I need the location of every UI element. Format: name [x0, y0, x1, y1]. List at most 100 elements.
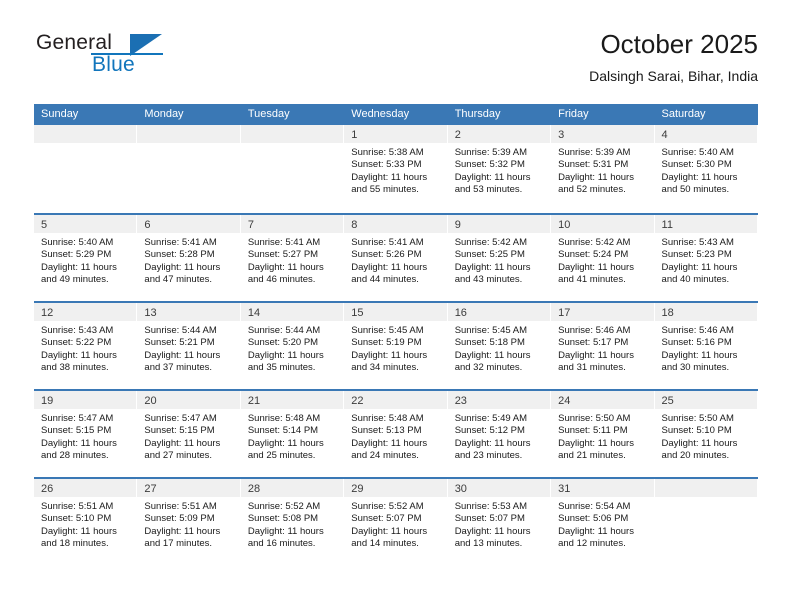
day-details: Sunrise: 5:52 AM Sunset: 5:08 PM Daylight:…	[241, 497, 343, 551]
calendar-day-cell[interactable]: 29 Sunrise: 5:52 AM Sunset: 5:07 PM Dayligh…	[344, 479, 448, 565]
location-subtitle: Dalsingh Sarai, Bihar, India	[589, 68, 758, 84]
daylight-text: and 37 minutes.	[144, 362, 213, 374]
calendar-day-cell[interactable]: 28 Sunrise: 5:52 AM Sunset: 5:08 PM Dayligh…	[240, 479, 345, 565]
daylight-text: Daylight: 11 hours	[41, 261, 117, 273]
weekday-header-tuesday: Tuesday	[247, 108, 290, 120]
sunrise-text: Sunrise: 5:41 AM	[247, 237, 321, 248]
calendar-day-cell[interactable]: 10 Sunrise: 5:42 AM Sunset: 5:24 PM Dayligh…	[551, 215, 655, 301]
day-details: Sunrise: 5:38 AM Sunset: 5:33 PM Daylight:…	[344, 143, 446, 197]
calendar-day-cell[interactable]: 17 Sunrise: 5:46 AM Sunset: 5:17 PM Dayligh…	[551, 303, 655, 389]
calendar-day-cell[interactable]: 13 Sunrise: 5:44 AM Sunset: 5:21 PM Dayligh…	[137, 303, 241, 389]
calendar-day-cell[interactable]: 30 Sunrise: 5:53 AM Sunset: 5:07 PM Dayligh…	[447, 479, 552, 565]
calendar-day-cell[interactable]: 12 Sunrise: 5:43 AM Sunset: 5:22 PM Dayligh…	[34, 303, 138, 389]
day-details: Sunrise: 5:54 AM Sunset: 5:06 PM Daylight:…	[551, 497, 653, 551]
daylight-text: and 16 minutes.	[247, 538, 316, 550]
day-number-bar: 30	[447, 479, 551, 497]
sunrise-text: Sunrise: 5:45 AM	[351, 325, 424, 336]
day-number: 3	[558, 129, 565, 141]
calendar-day-cell[interactable]: 26 Sunrise: 5:51 AM Sunset: 5:10 PM Dayligh…	[34, 479, 138, 565]
day-details: Sunrise: 5:53 AM Sunset: 5:07 PM Daylight:…	[448, 497, 550, 551]
calendar-day-cell[interactable]: 19 Sunrise: 5:47 AM Sunset: 5:15 PM Dayligh…	[34, 391, 138, 477]
daylight-text: and 47 minutes.	[144, 274, 213, 286]
calendar-day-cell[interactable]: 11 Sunrise: 5:43 AM Sunset: 5:23 PM Dayligh…	[654, 215, 758, 301]
day-number: 18	[661, 307, 674, 319]
day-number-bar: 18	[654, 303, 757, 321]
day-number-bar	[34, 125, 137, 143]
day-details: Sunrise: 5:41 AM Sunset: 5:26 PM Daylight:…	[344, 233, 446, 287]
calendar-day-cell[interactable]: 25 Sunrise: 5:50 AM Sunset: 5:10 PM Dayligh…	[654, 391, 758, 477]
sunrise-text: Sunrise: 5:46 AM	[661, 325, 734, 336]
calendar-day-cell[interactable]: 2 Sunrise: 5:39 AM Sunset: 5:32 PM Daylight…	[447, 125, 552, 213]
logo-text-blue: Blue	[92, 53, 135, 76]
weekday-header-sunday: Sunday	[41, 108, 79, 120]
day-details: Sunrise: 5:50 AM Sunset: 5:10 PM Daylight:…	[655, 409, 757, 463]
weekday-header-monday: Monday	[144, 108, 184, 120]
generalblue-logo[interactable]: General Blue	[34, 28, 254, 90]
calendar-day-cell[interactable]: 15 Sunrise: 5:45 AM Sunset: 5:19 PM Dayligh…	[344, 303, 448, 389]
calendar-week-row: 26 Sunrise: 5:51 AM Sunset: 5:10 PM Dayligh…	[34, 477, 758, 565]
day-details: Sunrise: 5:48 AM Sunset: 5:13 PM Daylight:…	[344, 409, 446, 463]
daylight-text: Daylight: 11 hours	[454, 261, 531, 273]
daylight-text: Daylight: 11 hours	[661, 437, 738, 449]
calendar-day-cell[interactable]: 14 Sunrise: 5:44 AM Sunset: 5:20 PM Dayligh…	[240, 303, 345, 389]
daylight-text: and 27 minutes.	[144, 450, 213, 462]
calendar-week-row: 1 Sunrise: 5:38 AM Sunset: 5:33 PM Daylight…	[34, 125, 758, 213]
daylight-text: Daylight: 11 hours	[558, 525, 634, 537]
daylight-text: and 24 minutes.	[351, 450, 419, 462]
day-number-bar: 9	[447, 215, 551, 233]
calendar-day-cell[interactable]: 18 Sunrise: 5:46 AM Sunset: 5:16 PM Dayligh…	[654, 303, 758, 389]
sunrise-text: Sunrise: 5:50 AM	[661, 413, 734, 424]
sunset-text: Sunset: 5:27 PM	[247, 249, 319, 261]
page-title: October 2025	[600, 29, 758, 59]
sunset-text: Sunset: 5:29 PM	[41, 249, 112, 261]
sunrise-text: Sunrise: 5:52 AM	[351, 501, 424, 512]
title-block: October 2025 Dalsingh Sarai, Bihar, Indi…	[589, 28, 758, 86]
daylight-text: and 40 minutes.	[661, 274, 730, 286]
day-details: Sunrise: 5:42 AM Sunset: 5:24 PM Daylight:…	[551, 233, 653, 287]
calendar-day-cell[interactable]: 7 Sunrise: 5:41 AM Sunset: 5:27 PM Daylight…	[240, 215, 345, 301]
calendar-day-cell[interactable]: 1 Sunrise: 5:38 AM Sunset: 5:33 PM Daylight…	[344, 125, 448, 213]
daylight-text: Daylight: 11 hours	[558, 261, 634, 273]
calendar-week-row: 5 Sunrise: 5:40 AM Sunset: 5:29 PM Daylight…	[34, 213, 758, 301]
calendar-day-cell[interactable]: 22 Sunrise: 5:48 AM Sunset: 5:13 PM Dayligh…	[344, 391, 448, 477]
day-details: Sunrise: 5:39 AM Sunset: 5:32 PM Daylight:…	[448, 143, 550, 197]
daylight-text: Daylight: 11 hours	[247, 437, 324, 449]
calendar-day-cell[interactable]: 20 Sunrise: 5:47 AM Sunset: 5:15 PM Dayligh…	[137, 391, 241, 477]
calendar-day-cell[interactable]: 21 Sunrise: 5:48 AM Sunset: 5:14 PM Dayligh…	[240, 391, 345, 477]
daylight-text: and 18 minutes.	[41, 538, 109, 550]
sunset-text: Sunset: 5:16 PM	[661, 337, 732, 349]
day-number: 6	[144, 219, 151, 231]
day-number: 2	[454, 129, 461, 141]
sunrise-text: Sunrise: 5:53 AM	[454, 501, 528, 512]
day-number-bar	[240, 125, 344, 143]
weekday-header-wednesday: Wednesday	[351, 108, 410, 120]
page-header: General Blue October 2025 Dalsingh Sarai…	[34, 28, 758, 98]
sunrise-text: Sunrise: 5:44 AM	[247, 325, 321, 336]
calendar-day-cell[interactable]: 16 Sunrise: 5:45 AM Sunset: 5:18 PM Dayligh…	[447, 303, 552, 389]
day-details: Sunrise: 5:43 AM Sunset: 5:23 PM Daylight:…	[655, 233, 757, 287]
day-number: 4	[661, 129, 668, 141]
calendar-day-cell[interactable]: 5 Sunrise: 5:40 AM Sunset: 5:29 PM Daylight…	[34, 215, 138, 301]
calendar-empty-cell	[240, 125, 345, 213]
daylight-text: and 12 minutes.	[558, 538, 626, 550]
calendar-empty-cell	[137, 125, 241, 213]
calendar-day-cell[interactable]: 9 Sunrise: 5:42 AM Sunset: 5:25 PM Daylight…	[447, 215, 552, 301]
sunrise-text: Sunrise: 5:44 AM	[144, 325, 217, 336]
sunrise-text: Sunrise: 5:40 AM	[661, 147, 734, 158]
calendar-day-cell[interactable]: 4 Sunrise: 5:40 AM Sunset: 5:30 PM Daylight…	[654, 125, 758, 213]
calendar-day-cell[interactable]: 27 Sunrise: 5:51 AM Sunset: 5:09 PM Dayligh…	[137, 479, 241, 565]
calendar-day-cell[interactable]: 23 Sunrise: 5:49 AM Sunset: 5:12 PM Dayligh…	[447, 391, 552, 477]
day-number-bar: 14	[240, 303, 344, 321]
daylight-text: and 41 minutes.	[558, 274, 626, 286]
calendar-day-cell[interactable]: 24 Sunrise: 5:50 AM Sunset: 5:11 PM Dayligh…	[551, 391, 655, 477]
calendar-day-cell[interactable]: 31 Sunrise: 5:54 AM Sunset: 5:06 PM Dayligh…	[551, 479, 655, 565]
sunset-text: Sunset: 5:31 PM	[558, 159, 629, 171]
calendar-day-cell[interactable]: 8 Sunrise: 5:41 AM Sunset: 5:26 PM Daylight…	[344, 215, 448, 301]
day-number: 29	[351, 483, 364, 495]
day-number-bar: 23	[447, 391, 551, 409]
calendar-day-cell[interactable]: 3 Sunrise: 5:39 AM Sunset: 5:31 PM Daylight…	[551, 125, 655, 213]
calendar-day-cell[interactable]: 6 Sunrise: 5:41 AM Sunset: 5:28 PM Daylight…	[137, 215, 241, 301]
daylight-text: Daylight: 11 hours	[351, 525, 428, 537]
day-details: Sunrise: 5:44 AM Sunset: 5:20 PM Daylight:…	[241, 321, 343, 375]
day-number-bar: 16	[447, 303, 551, 321]
